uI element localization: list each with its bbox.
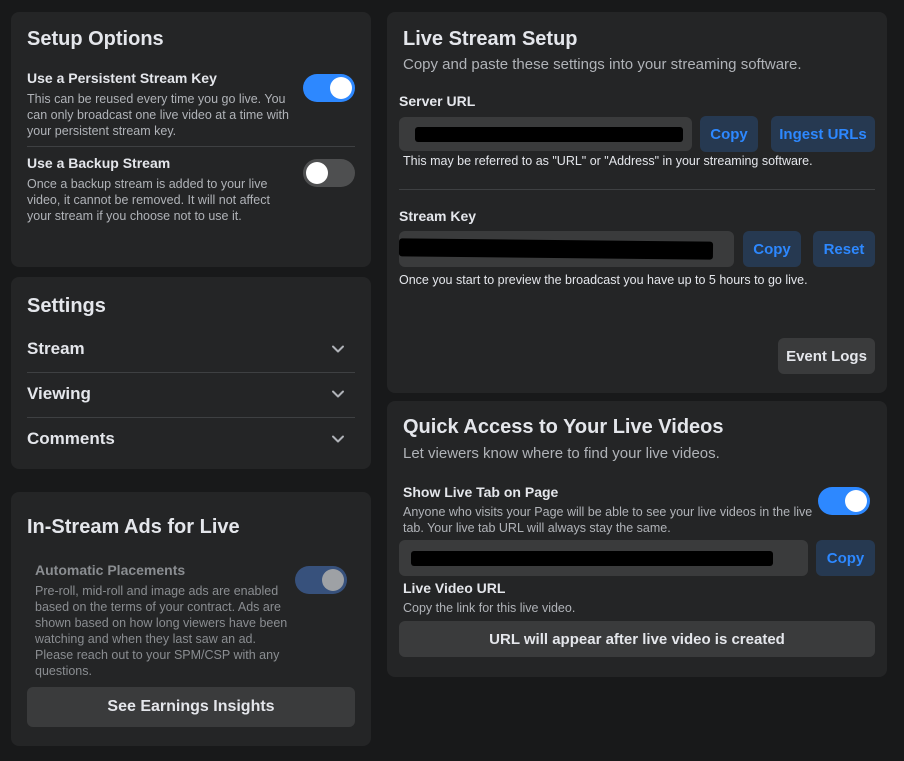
ingest-urls-button[interactable]: Ingest URLs bbox=[771, 116, 875, 152]
persistent-key-desc: This can be reused every time you go liv… bbox=[27, 92, 289, 138]
settings-item-stream[interactable]: Stream bbox=[27, 328, 355, 372]
toggle-knob bbox=[330, 77, 352, 99]
live-tab-label: Show Live Tab on Page bbox=[403, 484, 559, 500]
settings-title: Settings bbox=[27, 295, 106, 317]
backup-stream-desc: Once a backup stream is added to your li… bbox=[27, 177, 270, 223]
toggle-knob bbox=[306, 162, 328, 184]
in-stream-ads-card: In-Stream Ads for Live Automatic Placeme… bbox=[11, 492, 371, 746]
copy-server-url-button[interactable]: Copy bbox=[700, 116, 758, 152]
server-url-hint: This may be referred to as "URL" or "Add… bbox=[403, 154, 813, 168]
quick-access-title: Quick Access to Your Live Videos bbox=[403, 416, 724, 438]
settings-item-label: Viewing bbox=[27, 384, 91, 403]
toggle-knob bbox=[845, 490, 867, 512]
stream-key-field[interactable] bbox=[398, 231, 734, 267]
settings-item-comments[interactable]: Comments bbox=[27, 418, 355, 462]
server-url-field[interactable] bbox=[399, 117, 692, 151]
redacted-server-url bbox=[415, 127, 683, 142]
see-earnings-insights-button[interactable]: See Earnings Insights bbox=[27, 687, 355, 727]
quick-access-subtitle: Let viewers know where to find your live… bbox=[403, 445, 720, 462]
server-url-label: Server URL bbox=[399, 93, 476, 109]
live-setup-subtitle: Copy and paste these settings into your … bbox=[403, 56, 802, 73]
automatic-placements-toggle[interactable] bbox=[295, 566, 347, 594]
live-setup-title: Live Stream Setup bbox=[403, 28, 578, 50]
settings-item-label: Comments bbox=[27, 429, 115, 448]
persistent-key-label: Use a Persistent Stream Key bbox=[27, 70, 217, 86]
settings-item-label: Stream bbox=[27, 339, 85, 358]
toggle-knob bbox=[322, 569, 344, 591]
setup-options-divider bbox=[27, 146, 355, 147]
backup-stream-toggle[interactable] bbox=[303, 159, 355, 187]
stream-key-label: Stream Key bbox=[399, 208, 477, 224]
chevron-down-icon bbox=[332, 345, 344, 353]
backup-stream-label: Use a Backup Stream bbox=[27, 155, 171, 171]
settings-item-viewing[interactable]: Viewing bbox=[27, 373, 355, 417]
stream-key-hint: Once you start to preview the broadcast … bbox=[399, 273, 808, 287]
copy-live-tab-url-button[interactable]: Copy bbox=[816, 540, 875, 576]
redacted-live-tab-url bbox=[411, 551, 773, 566]
live-setup-divider bbox=[399, 189, 875, 190]
live-tab-toggle[interactable] bbox=[818, 487, 870, 515]
chevron-down-icon bbox=[332, 435, 344, 443]
automatic-placements-desc: Pre-roll, mid-roll and image ads are ena… bbox=[35, 584, 288, 678]
reset-stream-key-button[interactable]: Reset bbox=[813, 231, 875, 267]
setup-options-card: Setup Options Use a Persistent Stream Ke… bbox=[11, 12, 371, 267]
live-video-url-field[interactable]: URL will appear after live video is crea… bbox=[399, 621, 875, 657]
ads-title: In-Stream Ads for Live bbox=[27, 516, 240, 538]
live-stream-setup-card: Live Stream Setup Copy and paste these s… bbox=[387, 12, 887, 393]
setup-options-title: Setup Options bbox=[27, 28, 164, 50]
automatic-placements-label: Automatic Placements bbox=[35, 562, 186, 578]
settings-card: Settings Stream Viewing Comments bbox=[11, 277, 371, 469]
live-video-url-desc: Copy the link for this live video. bbox=[403, 601, 576, 615]
event-logs-button[interactable]: Event Logs bbox=[778, 338, 875, 374]
copy-stream-key-button[interactable]: Copy bbox=[743, 231, 801, 267]
chevron-down-icon bbox=[332, 390, 344, 398]
live-video-url-label: Live Video URL bbox=[403, 580, 506, 596]
quick-access-card: Quick Access to Your Live Videos Let vie… bbox=[387, 401, 887, 677]
redacted-stream-key bbox=[398, 238, 714, 260]
live-tab-desc: Anyone who visits your Page will be able… bbox=[403, 505, 813, 535]
persistent-key-toggle[interactable] bbox=[303, 74, 355, 102]
live-tab-url-field[interactable] bbox=[399, 540, 808, 576]
